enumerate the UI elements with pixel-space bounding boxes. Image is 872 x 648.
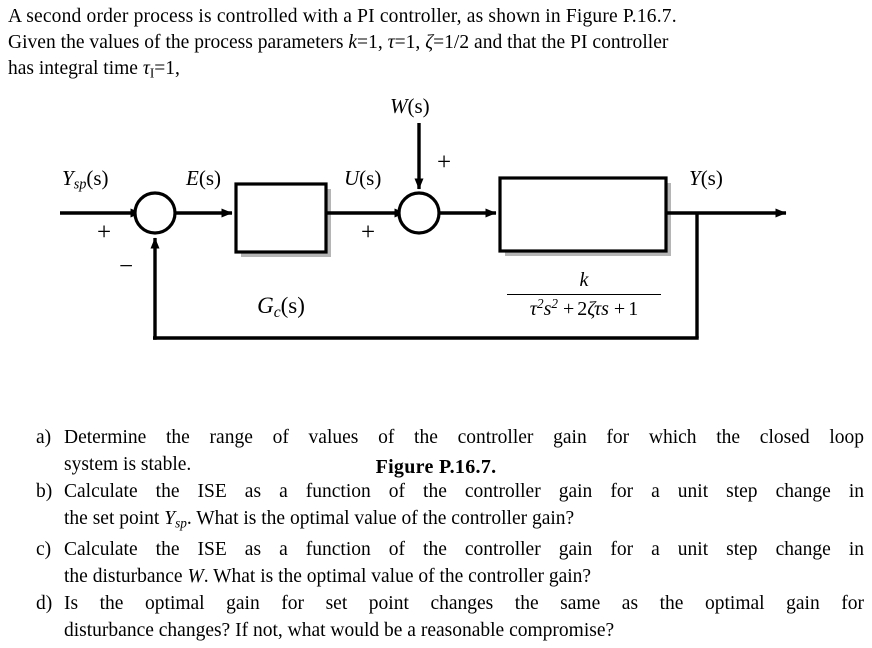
- summer2-plus-sign-top: +: [437, 149, 452, 176]
- intro-eq-3: =1/2 and that the PI controller: [433, 32, 669, 53]
- question-c-line-1: Calculate the ISE as a function of the c…: [64, 539, 864, 561]
- question-c-line-2-post: . What is the optimal value of the contr…: [203, 566, 592, 588]
- process-block: [498, 176, 668, 253]
- question-c-line-2-pre: the disturbance: [64, 566, 188, 588]
- problem-page: A second order process is controlled wit…: [0, 0, 872, 648]
- process-transfer-function: k τ2s2 +2ζτs +1: [505, 270, 663, 320]
- output-label-arg: (s): [700, 166, 723, 190]
- intro-paragraph: A second order process is controlled wit…: [8, 4, 868, 86]
- question-b-line-2: the set point Ysp. What is the optimal v…: [64, 505, 864, 536]
- question-marker-c: c): [36, 539, 52, 561]
- disturbance-label-var: W: [390, 94, 408, 118]
- question-a-line-2: system is stable.: [64, 454, 192, 475]
- den-plus-2: +: [613, 297, 626, 320]
- intro-eq-4: =1,: [154, 58, 180, 79]
- question-text-c: Calculate the ISE as a function of the c…: [64, 536, 864, 590]
- transfer-function-denominator: τ2s2 +2ζτs +1: [505, 297, 663, 320]
- intro-line-3-part1: has integral time: [8, 58, 143, 79]
- intro-eq-2: =1,: [394, 32, 426, 53]
- block-diagram: Gc(s) k τ2s2 +2ζτs +1 Ysp(s) E(s) U(s) W(s…: [0, 88, 872, 478]
- output-label: Y(s): [689, 168, 723, 189]
- disturbance-label: W(s): [390, 96, 430, 117]
- den-one: 1: [628, 297, 639, 320]
- question-a-line-1: Determine the range of values of the con…: [64, 427, 864, 448]
- den-s-2: s: [601, 297, 609, 320]
- control-label-arg: (s): [359, 166, 382, 190]
- summing-junction-1: [133, 191, 177, 235]
- question-list: a) Determine the range of values of the …: [36, 424, 864, 644]
- question-text-b: Calculate the ISE as a function of the c…: [64, 478, 864, 536]
- question-b-line-2-post: . What is the optimal value of the contr…: [186, 508, 575, 529]
- error-label: E(s): [186, 168, 221, 189]
- den-tau-exponent: 2: [536, 296, 544, 311]
- error-label-var: E: [186, 166, 199, 190]
- output-label-var: Y: [689, 166, 701, 190]
- setpoint-label: Ysp(s): [62, 168, 109, 196]
- question-text-a: Determine the range of values of the con…: [64, 424, 864, 478]
- param-tau: τ: [387, 32, 395, 53]
- intro-line-3: has integral time τI=1,: [8, 56, 868, 86]
- intro-line-2-part1: Given the values of the process paramete…: [8, 32, 349, 53]
- summer1-plus-sign: +: [97, 219, 112, 246]
- intro-line-2: Given the values of the process paramete…: [8, 30, 868, 56]
- den-zeta: ζ: [587, 297, 594, 320]
- summing-junction-2: [397, 191, 441, 235]
- question-text-d: Is the optimal gain for set point change…: [64, 590, 864, 644]
- control-label-var: U: [344, 166, 360, 190]
- controller-label-subscript: c: [273, 304, 281, 322]
- transfer-function-numerator: k: [579, 269, 589, 291]
- question-b-line-1: Calculate the ISE as a function of the c…: [64, 481, 864, 502]
- controller-block-label: Gc(s): [236, 293, 326, 322]
- param-tau-integral: τ: [142, 58, 150, 79]
- question-item-c: c) Calculate the ISE as a function of th…: [36, 536, 864, 590]
- controller-label-arg: (s): [280, 293, 305, 318]
- question-b-setpoint-subscript: sp: [175, 515, 187, 531]
- question-marker-d: d): [36, 593, 53, 615]
- setpoint-label-arg: (s): [86, 166, 109, 190]
- param-zeta: ζ: [425, 32, 434, 53]
- den-s-exponent: 2: [551, 296, 558, 311]
- den-tau: τ: [529, 297, 537, 320]
- question-b-line-2-pre: the set point: [64, 508, 165, 529]
- controller-label-var: G: [257, 293, 274, 318]
- question-marker-b: b): [36, 481, 53, 502]
- question-c-line-2: the disturbance W. What is the optimal v…: [64, 563, 864, 590]
- question-c-disturbance-var: W: [187, 566, 204, 588]
- param-k: k: [348, 32, 358, 53]
- block-diagram-svg: [60, 123, 787, 340]
- intro-eq-1: =1,: [357, 32, 388, 53]
- disturbance-label-arg: (s): [407, 94, 430, 118]
- question-d-line-2: disturbance changes? If not, what would …: [64, 620, 615, 642]
- setpoint-label-var: Y: [62, 166, 74, 190]
- intro-line-1: A second order process is controlled wit…: [8, 6, 677, 27]
- question-marker-a: a): [36, 427, 52, 448]
- question-b-setpoint-var: Y: [164, 508, 176, 529]
- fraction-bar: [507, 294, 661, 295]
- den-plus-1: +: [562, 297, 575, 320]
- question-d-line-1: Is the optimal gain for set point change…: [64, 593, 864, 615]
- error-label-arg: (s): [198, 166, 221, 190]
- den-coefficient-two: 2: [577, 297, 588, 320]
- summer2-plus-sign-left: +: [361, 219, 376, 246]
- question-item-a: a) Determine the range of values of the …: [36, 424, 864, 478]
- question-item-b: b) Calculate the ISE as a function of th…: [36, 478, 864, 536]
- summer1-minus-sign: −: [119, 253, 134, 280]
- control-signal-label: U(s): [344, 168, 381, 189]
- controller-block: [234, 182, 328, 254]
- setpoint-label-subscript: sp: [73, 176, 87, 193]
- question-item-d: d) Is the optimal gain for set point cha…: [36, 590, 864, 644]
